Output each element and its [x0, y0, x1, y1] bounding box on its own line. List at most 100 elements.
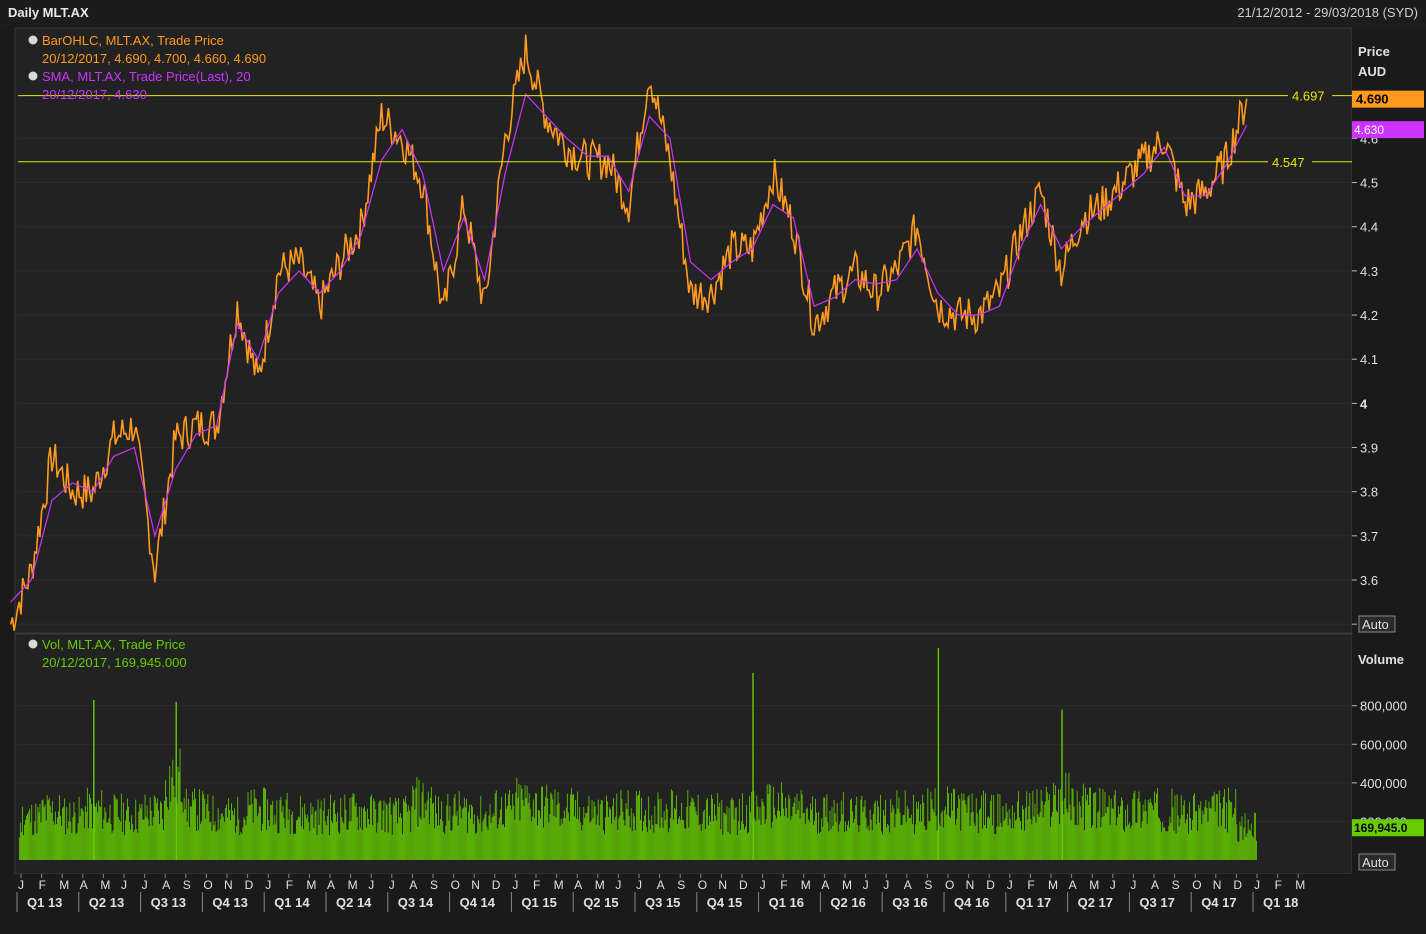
volume-bar — [1148, 802, 1150, 860]
volume-bar — [228, 798, 229, 860]
volume-bar — [959, 799, 961, 860]
volume-bar — [447, 793, 449, 860]
volume-bar — [1196, 810, 1198, 860]
volume-bar — [851, 798, 853, 860]
volume-bar — [257, 813, 259, 860]
volume-bar — [576, 818, 577, 860]
volume-bar — [1147, 799, 1149, 860]
volume-bar — [1241, 816, 1243, 860]
volume-bar — [324, 821, 326, 860]
volume-bar — [891, 812, 893, 860]
volume-bar — [436, 813, 437, 860]
volume-bar — [441, 801, 443, 860]
volume-bar — [253, 789, 255, 860]
volume-bar — [1255, 840, 1257, 860]
volume-bar — [806, 807, 808, 860]
volume-bar — [1224, 788, 1225, 860]
volume-bar — [689, 806, 691, 860]
volume-bar — [373, 798, 375, 860]
volume-bar — [599, 804, 601, 860]
volume-bar — [498, 817, 500, 860]
volume-bar — [935, 815, 937, 860]
volume-bar — [377, 822, 379, 860]
volume-bar — [1036, 789, 1038, 860]
volume-bar — [285, 799, 287, 860]
volume-bar — [786, 807, 788, 860]
volume-bar — [958, 795, 960, 860]
volume-bar — [465, 798, 467, 860]
volume-bar — [362, 808, 364, 860]
price-axis-unit: AUD — [1358, 64, 1386, 79]
volume-bar — [907, 809, 909, 860]
volume-bar — [989, 818, 991, 860]
volume-bar — [1208, 801, 1210, 860]
volume-bar — [112, 830, 114, 860]
volume-bar — [728, 807, 730, 860]
quarter-label: Q2 16 — [830, 895, 865, 910]
volume-bar — [181, 802, 183, 860]
volume-bar — [271, 805, 273, 860]
volume-bar — [534, 793, 536, 860]
volume-bar — [1182, 805, 1184, 860]
legend-bullet-icon[interactable] — [28, 35, 38, 45]
volume-bar — [593, 801, 595, 860]
volume-bar — [38, 812, 40, 860]
volume-bar — [1079, 806, 1081, 860]
volume-bar — [755, 821, 757, 860]
volume-bar — [259, 806, 261, 860]
volume-bar — [536, 793, 537, 860]
volume-bar — [567, 812, 569, 860]
price-auto-button[interactable]: Auto — [1358, 615, 1396, 633]
volume-bar — [369, 824, 370, 860]
volume-bar — [157, 810, 159, 860]
volume-bar — [1226, 802, 1227, 860]
volume-bar — [411, 806, 413, 860]
volume-bar — [988, 816, 989, 860]
volume-bar — [162, 818, 163, 860]
volume-bar — [1144, 799, 1146, 860]
volume-bar — [1041, 800, 1043, 860]
month-label: A — [162, 878, 170, 892]
volume-bar — [50, 812, 52, 860]
volume-bar — [583, 807, 585, 860]
volume-bar — [1091, 827, 1092, 860]
volume-bar — [338, 831, 340, 860]
volume-bar — [88, 793, 90, 860]
month-label: A — [574, 878, 582, 892]
chart-svg[interactable]: 4.6974.547 3.53.63.73.83.944.14.24.34.44… — [0, 26, 1426, 934]
volume-bar — [1168, 826, 1170, 860]
volume-bar — [1160, 821, 1162, 860]
volume-bar — [530, 821, 532, 860]
volume-bar — [1030, 819, 1032, 860]
volume-bar — [313, 827, 315, 860]
volume-bar — [468, 811, 469, 860]
volume-bar — [791, 816, 793, 860]
price-pane[interactable] — [14, 27, 1353, 634]
month-label: M — [59, 878, 69, 892]
volume-bar — [1019, 817, 1020, 860]
month-label: O — [945, 878, 954, 892]
volume-bar — [1006, 812, 1008, 860]
volume-bar — [202, 791, 204, 860]
volume-bar — [532, 799, 534, 860]
volume-bar — [650, 829, 652, 860]
volume-auto-button[interactable]: Auto — [1358, 853, 1396, 871]
volume-bar — [936, 830, 938, 860]
legend-bullet-icon[interactable] — [28, 639, 38, 649]
volume-bar — [836, 803, 838, 860]
volume-bar — [1247, 819, 1249, 860]
legend-bullet-icon[interactable] — [28, 71, 38, 81]
volume-bar — [652, 824, 654, 860]
month-label: J — [512, 878, 518, 892]
volume-bar — [980, 795, 982, 860]
volume-bar — [277, 833, 279, 860]
volume-bar — [268, 820, 270, 860]
auto-label: Auto — [1362, 855, 1389, 870]
quarter-label: Q1 18 — [1263, 895, 1298, 910]
volume-bar — [233, 815, 235, 860]
volume-bar — [286, 792, 288, 860]
volume-bar — [831, 807, 833, 860]
volume-bar — [1244, 812, 1246, 860]
month-label: J — [636, 878, 642, 892]
volume-bar — [1063, 814, 1065, 860]
